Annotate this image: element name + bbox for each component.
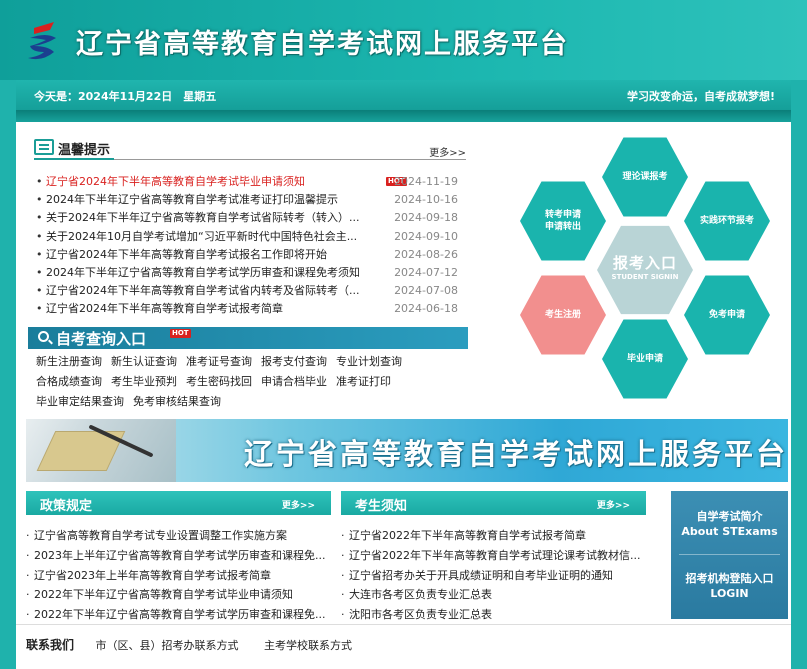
list-item[interactable]: 辽宁省2022年下半年高等教育自学考试理论课考试教材信... bbox=[341, 546, 646, 566]
query-link-ticket-number[interactable]: 准考证号查询 bbox=[186, 355, 252, 368]
list-item[interactable]: • 辽宁省2024年下半年高等教育自学考试省内转考及省际转考（... 2024-07… bbox=[36, 282, 468, 300]
list-item[interactable]: • 辽宁省2024年下半年高等教育自学考试毕业申请须知 HOT 2024-11-19 bbox=[36, 173, 468, 191]
policy-list: 辽宁省高等教育自学考试专业设置调整工作实施方案 2023年上半年辽宁省高等教育自… bbox=[26, 526, 331, 625]
list-item[interactable]: • 2024年下半年辽宁省高等教育自学考试准考证打印温馨提示 2024-10-16 bbox=[36, 191, 468, 209]
query-links: 新生注册查询 新生认证查询 准考证号查询 报考支付查询 专业计划查询 合格成绩查询 考生毕… bbox=[36, 352, 476, 412]
search-icon bbox=[38, 331, 49, 342]
query-link-payment[interactable]: 报考支付查询 bbox=[261, 355, 327, 368]
policy-header: 政策规定 更多>> bbox=[26, 491, 331, 515]
current-date: 今天是：2024年11月22日 星期五 bbox=[34, 90, 217, 103]
hex-practice-exam[interactable]: 实践环节报考 bbox=[684, 181, 770, 261]
platform-banner: 辽宁省高等教育自学考试网上服务平台 bbox=[26, 419, 788, 482]
site-logo-icon bbox=[28, 22, 56, 60]
exam-entry-subtitle: STUDENT SIGNIN bbox=[611, 273, 679, 281]
list-item[interactable]: 大连市各考区负责专业汇总表 bbox=[341, 585, 646, 605]
policy-more-link[interactable]: 更多>> bbox=[282, 498, 315, 511]
hex-transfer-apply[interactable]: 转考申请 申请转出 bbox=[520, 181, 606, 261]
list-item[interactable]: 辽宁省高等教育自学考试专业设置调整工作实施方案 bbox=[26, 526, 331, 546]
policy-title: 政策规定 bbox=[40, 499, 93, 514]
list-item[interactable]: 辽宁省招考办关于开具成绩证明和自考毕业证明的通知 bbox=[341, 566, 646, 586]
query-link-ticket-print[interactable]: 准考证打印 bbox=[336, 375, 391, 388]
query-link-graduation-predict[interactable]: 考生毕业预判 bbox=[111, 375, 177, 388]
agency-login-link[interactable]: 招考机构登陆入口 LOGIN bbox=[671, 571, 788, 601]
guide-header: 考生须知 更多>> bbox=[341, 491, 646, 515]
list-item[interactable]: 2023年上半年辽宁省高等教育自学考试学历审查和课程免... bbox=[26, 546, 331, 566]
guide-more-link[interactable]: 更多>> bbox=[597, 498, 630, 511]
query-link-scores[interactable]: 合格成绩查询 bbox=[36, 375, 102, 388]
list-item[interactable]: 辽宁省2023年上半年高等教育自学考试报考简章 bbox=[26, 566, 331, 586]
hot-badge: HOT bbox=[170, 329, 191, 338]
query-link-new-auth[interactable]: 新生认证查询 bbox=[111, 355, 177, 368]
notice-board-icon bbox=[34, 139, 54, 155]
slogan: 学习改变命运，自考成就梦想! bbox=[626, 90, 775, 103]
contact-label: 联系我们 bbox=[26, 638, 75, 652]
list-item[interactable]: • 关于2024年10月自学考试增加“习近平新时代中国特色社会主... 2024-0… bbox=[36, 228, 468, 246]
query-link-password-recovery[interactable]: 考生密码找回 bbox=[186, 375, 252, 388]
footer-divider bbox=[16, 624, 791, 625]
hex-theory-exam[interactable]: 理论课报考 bbox=[602, 137, 688, 217]
query-title: 自考查询入口 bbox=[56, 330, 147, 348]
notice-more-link[interactable]: 更多>> bbox=[429, 144, 466, 159]
list-item[interactable]: • 关于2024年下半年辽宁省高等教育自学考试省际转考（转入）... 2024-09… bbox=[36, 209, 468, 227]
hex-student-register[interactable]: 考生注册 bbox=[520, 275, 606, 355]
hex-menu: 理论课报考 转考申请 申请转出 实践环节报考 报考入口 STUDENT SIGN… bbox=[506, 130, 786, 410]
query-header: 自考查询入口 HOT bbox=[28, 327, 468, 349]
site-header: 辽宁省高等教育自学考试网上服务平台 bbox=[0, 0, 807, 80]
about-stexams-link[interactable]: 自学考试简介 About STExams bbox=[671, 509, 788, 539]
site-title: 辽宁省高等教育自学考试网上服务平台 bbox=[76, 29, 569, 60]
list-item[interactable]: 辽宁省2022年下半年高等教育自学考试报考简章 bbox=[341, 526, 646, 546]
query-link-graduation-result[interactable]: 毕业审定结果查询 bbox=[36, 395, 124, 408]
hex-exempt-apply[interactable]: 免考申请 bbox=[684, 275, 770, 355]
list-item[interactable]: 2022年下半年辽宁省高等教育自学考试学历审查和课程免... bbox=[26, 605, 331, 625]
main-content: 温馨提示 更多>> • 辽宁省2024年下半年高等教育自学考试毕业申请须知 HOT 2… bbox=[16, 122, 791, 669]
hex-graduation-apply[interactable]: 毕业申请 bbox=[602, 319, 688, 399]
notice-title: 温馨提示 bbox=[58, 143, 111, 158]
notice-list: • 辽宁省2024年下半年高等教育自学考试毕业申请须知 HOT 2024-11-19 … bbox=[36, 173, 468, 319]
hex-exam-entry[interactable]: 报考入口 STUDENT SIGNIN bbox=[597, 225, 693, 315]
guide-list: 辽宁省2022年下半年高等教育自学考试报考简章 辽宁省2022年下半年高等教育自… bbox=[341, 526, 646, 625]
guide-title: 考生须知 bbox=[355, 499, 408, 514]
list-item[interactable]: 2022年下半年辽宁省高等教育自学考试毕业申请须知 bbox=[26, 585, 331, 605]
list-item[interactable]: • 辽宁省2024年下半年高等教育自学考试报考简章 2024-06-18 bbox=[36, 300, 468, 318]
list-item[interactable]: • 2024年下半年辽宁省高等教育自学考试学历审查和课程免考须知 2024-07-1… bbox=[36, 264, 468, 282]
notebook-pen-image bbox=[26, 419, 176, 482]
contact-bar: 联系我们 市（区、县）招考办联系方式 主考学校联系方式 bbox=[26, 636, 374, 653]
list-item[interactable]: • 辽宁省2024年下半年高等教育自学考试报名工作即将开始 2024-08-26 bbox=[36, 246, 468, 264]
contact-link-city-office[interactable]: 市（区、县）招考办联系方式 bbox=[96, 639, 239, 652]
query-link-major-plan[interactable]: 专业计划查询 bbox=[336, 355, 402, 368]
banner-title: 辽宁省高等教育自学考试网上服务平台 bbox=[244, 437, 788, 471]
notice-header: 温馨提示 更多>> bbox=[34, 138, 466, 160]
query-link-new-register[interactable]: 新生注册查询 bbox=[36, 355, 102, 368]
list-item[interactable]: 沈阳市各考区负责专业汇总表 bbox=[341, 605, 646, 625]
date-bar: 今天是：2024年11月22日 星期五 学习改变命运，自考成就梦想! bbox=[16, 80, 791, 110]
query-link-exempt-result[interactable]: 免考审核结果查询 bbox=[133, 395, 221, 408]
query-link-merge-graduation[interactable]: 申请合档毕业 bbox=[261, 375, 327, 388]
exam-entry-title: 报考入口 bbox=[612, 254, 677, 272]
side-links-box: 自学考试简介 About STExams 招考机构登陆入口 LOGIN bbox=[671, 491, 788, 619]
contact-link-schools[interactable]: 主考学校联系方式 bbox=[264, 639, 352, 652]
